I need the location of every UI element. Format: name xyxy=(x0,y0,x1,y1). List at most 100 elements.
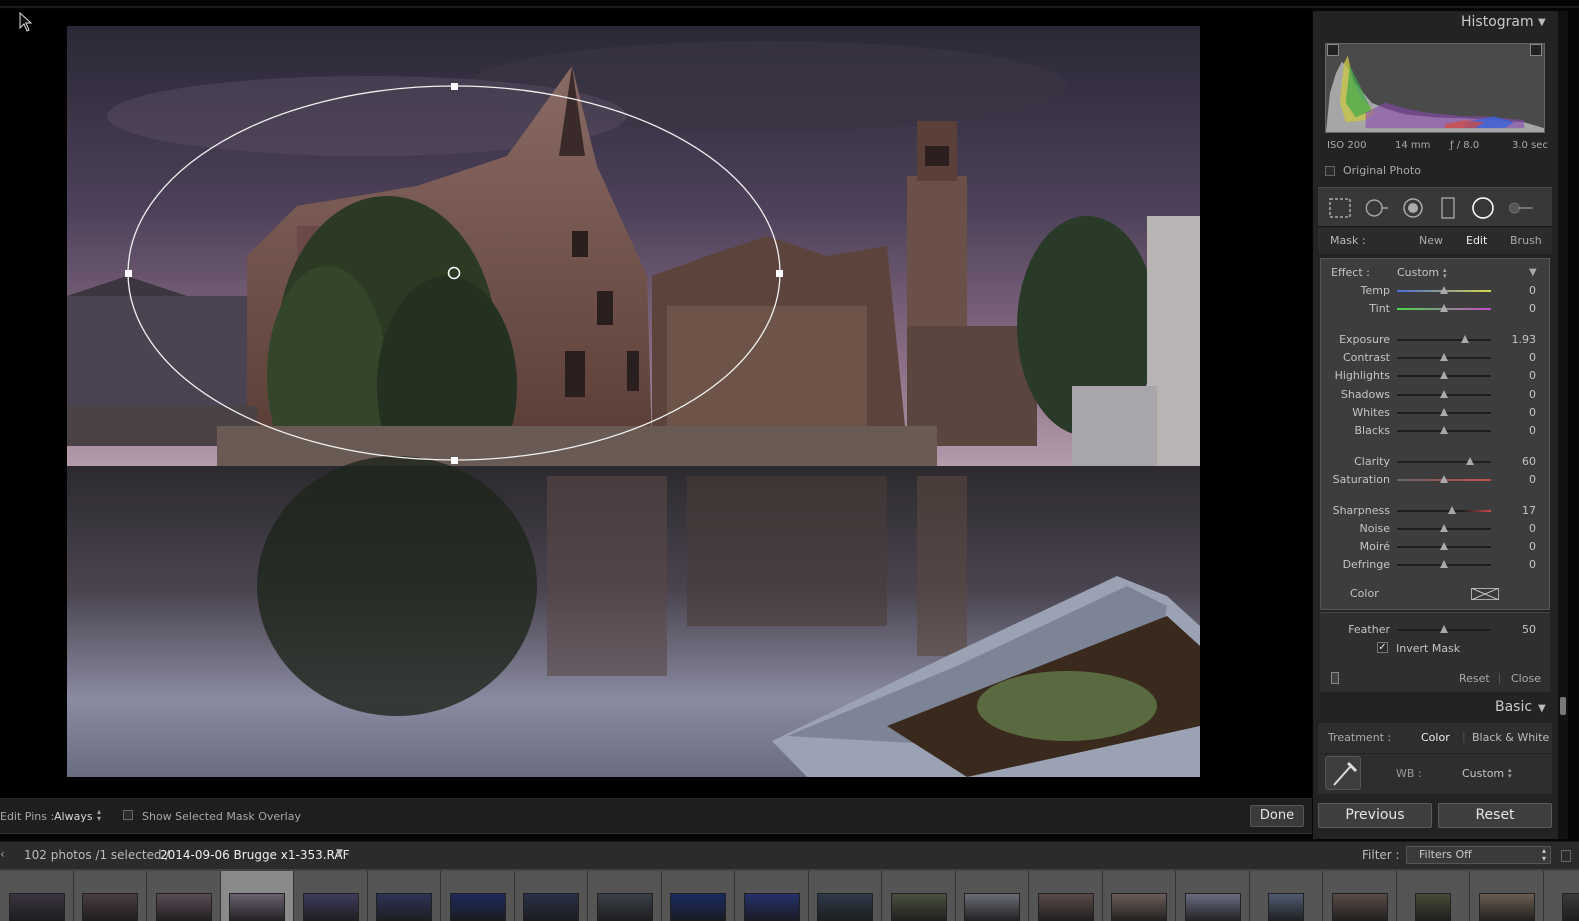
slider-noise-value[interactable]: 0 xyxy=(1529,522,1536,535)
filmstrip-thumb[interactable] xyxy=(1396,871,1470,921)
slider-clarity[interactable]: Clarity 60 xyxy=(1320,454,1550,470)
slider-whites[interactable]: Whites 0 xyxy=(1320,405,1550,421)
filmstrip-thumb[interactable] xyxy=(73,871,147,921)
slider-noise-knob[interactable] xyxy=(1440,524,1448,532)
red-eye-icon[interactable] xyxy=(1400,196,1426,220)
mask-brush-button[interactable]: Brush xyxy=(1510,234,1542,247)
filmstrip-thumb[interactable] xyxy=(1543,871,1579,921)
slider-defringe-value[interactable]: 0 xyxy=(1529,558,1536,571)
previous-button[interactable]: Previous xyxy=(1318,803,1432,828)
slider-exposure-track[interactable] xyxy=(1397,339,1491,341)
slider-clarity-knob[interactable] xyxy=(1466,457,1475,465)
slider-blacks-knob[interactable] xyxy=(1440,426,1448,434)
basic-collapse-icon[interactable]: ▼ xyxy=(1538,703,1546,714)
filmstrip-thumb[interactable] xyxy=(1249,871,1323,921)
filmstrip-back-icon[interactable]: ‹ xyxy=(0,847,5,861)
adjustment-brush-icon[interactable] xyxy=(1508,196,1534,220)
reset-button[interactable]: Reset xyxy=(1438,803,1552,828)
mask-edit-button[interactable]: Edit xyxy=(1466,234,1487,247)
photo-preview[interactable] xyxy=(67,26,1200,777)
slider-shadows-value[interactable]: 0 xyxy=(1529,388,1536,401)
slider-highlights-knob[interactable] xyxy=(1440,371,1448,379)
slider-shadows[interactable]: Shadows 0 xyxy=(1320,387,1550,403)
slider-tint-value[interactable]: 0 xyxy=(1529,302,1536,315)
filmstrip-thumb[interactable] xyxy=(367,871,441,921)
filmstrip-thumb[interactable] xyxy=(1029,871,1103,921)
slider-sharpness-value[interactable]: 17 xyxy=(1522,504,1536,517)
spot-removal-icon[interactable] xyxy=(1364,196,1390,220)
slider-whites-knob[interactable] xyxy=(1440,408,1448,416)
slider-moir-value[interactable]: 0 xyxy=(1529,540,1536,553)
color-swatch[interactable] xyxy=(1471,588,1499,600)
filmstrip-lock-icon[interactable] xyxy=(1561,850,1571,862)
slider-feather-knob[interactable] xyxy=(1440,625,1448,633)
slider-shadows-knob[interactable] xyxy=(1440,390,1448,398)
graduated-filter-icon[interactable] xyxy=(1435,196,1461,220)
slider-contrast[interactable]: Contrast 0 xyxy=(1320,350,1550,366)
slider-blacks-value[interactable]: 0 xyxy=(1529,424,1536,437)
slider-tint[interactable]: Tint 0 xyxy=(1320,301,1550,317)
slider-exposure[interactable]: Exposure 1.93 xyxy=(1320,332,1550,348)
invert-mask-checkbox[interactable]: ✓ xyxy=(1377,642,1388,653)
radial-filter-icon[interactable] xyxy=(1470,196,1496,220)
effect-arrows-icon[interactable]: ▴ ▾ xyxy=(1443,267,1447,280)
slider-saturation[interactable]: Saturation 0 xyxy=(1320,472,1550,488)
treatment-color-button[interactable]: Color xyxy=(1421,731,1450,744)
filmstrip-thumb[interactable] xyxy=(735,871,809,921)
slider-defringe[interactable]: Defringe 0 xyxy=(1320,557,1550,573)
histogram-title[interactable]: Histogram xyxy=(1461,14,1534,30)
slider-tint-knob[interactable] xyxy=(1440,304,1448,312)
slider-contrast-knob[interactable] xyxy=(1440,353,1448,361)
filmstrip-thumb[interactable] xyxy=(1102,871,1176,921)
slider-saturation-value[interactable]: 0 xyxy=(1529,473,1536,486)
wb-eyedropper-icon[interactable] xyxy=(1325,756,1361,790)
panel-switch-icon[interactable] xyxy=(1331,672,1339,684)
done-button[interactable]: Done xyxy=(1250,805,1304,827)
filmstrip-thumb[interactable] xyxy=(588,871,662,921)
slider-contrast-value[interactable]: 0 xyxy=(1529,351,1536,364)
filmstrip-thumb[interactable] xyxy=(1470,871,1544,921)
original-photo-checkbox[interactable] xyxy=(1325,166,1335,176)
edit-pins-arrows-icon[interactable]: ▴ ▾ xyxy=(97,808,101,823)
show-mask-overlay-checkbox[interactable] xyxy=(123,810,133,820)
histogram-collapse-icon[interactable]: ▼ xyxy=(1538,17,1546,28)
shadow-clipping-icon[interactable] xyxy=(1327,44,1339,56)
filmstrip-thumb[interactable] xyxy=(955,871,1029,921)
filmstrip-thumb[interactable] xyxy=(514,871,588,921)
slider-clarity-track[interactable] xyxy=(1397,461,1491,463)
slider-clarity-value[interactable]: 60 xyxy=(1522,455,1536,468)
slider-noise[interactable]: Noise 0 xyxy=(1320,521,1550,537)
panel-scrollbar-thumb[interactable] xyxy=(1560,697,1566,715)
slider-whites-value[interactable]: 0 xyxy=(1529,406,1536,419)
slider-highlights[interactable]: Highlights 0 xyxy=(1320,368,1550,384)
filmstrip-thumb[interactable] xyxy=(882,871,956,921)
filmstrip-thumb[interactable] xyxy=(808,871,882,921)
mask-new-button[interactable]: New xyxy=(1419,234,1443,247)
slider-sharpness-knob[interactable] xyxy=(1447,506,1456,514)
effect-preset-select[interactable]: Custom xyxy=(1397,266,1439,279)
slider-defringe-knob[interactable] xyxy=(1440,560,1448,568)
basic-title[interactable]: Basic xyxy=(1495,699,1532,715)
slider-exposure-knob[interactable] xyxy=(1460,335,1469,343)
filmstrip-thumb[interactable] xyxy=(661,871,735,921)
crop-overlay-icon[interactable] xyxy=(1327,196,1353,220)
filmstrip-thumb[interactable] xyxy=(294,871,368,921)
slider-saturation-knob[interactable] xyxy=(1440,475,1448,483)
slider-sharpness[interactable]: Sharpness 17 xyxy=(1320,503,1550,519)
filename-dropdown-icon[interactable]: ▼ xyxy=(336,848,343,858)
slider-highlights-value[interactable]: 0 xyxy=(1529,369,1536,382)
slider-feather-value[interactable]: 50 xyxy=(1522,623,1536,636)
highlight-clipping-icon[interactable] xyxy=(1530,44,1542,56)
filmstrip-thumb[interactable] xyxy=(220,871,294,921)
effect-collapse-icon[interactable]: ▼ xyxy=(1529,267,1537,278)
edit-pins-select[interactable]: Always xyxy=(54,810,93,823)
slider-temp-value[interactable]: 0 xyxy=(1529,284,1536,297)
wb-select[interactable]: Custom xyxy=(1462,767,1504,780)
mask-reset-button[interactable]: Reset xyxy=(1459,672,1490,685)
filmstrip-thumb[interactable] xyxy=(0,871,74,921)
slider-sharpness-track[interactable] xyxy=(1397,510,1491,512)
slider-blacks[interactable]: Blacks 0 xyxy=(1320,423,1550,439)
filmstrip-filename[interactable]: 2014-09-06 Brugge x1-353.RAF xyxy=(160,848,350,862)
filmstrip[interactable] xyxy=(0,869,1579,921)
filmstrip-thumb[interactable] xyxy=(441,871,515,921)
